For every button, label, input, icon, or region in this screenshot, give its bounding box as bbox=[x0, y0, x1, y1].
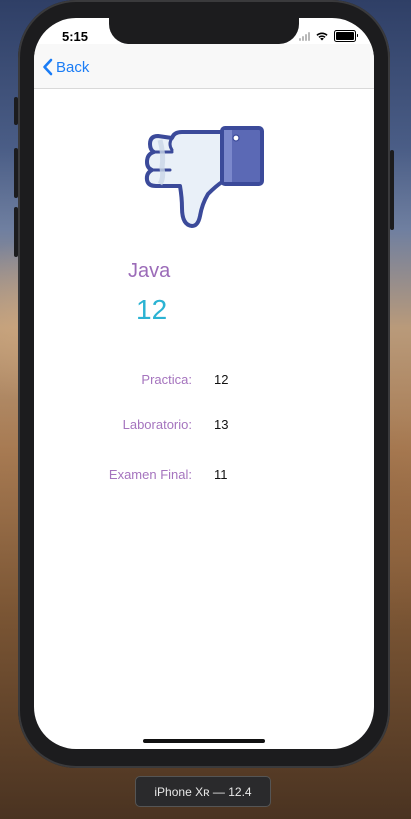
back-button[interactable]: Back bbox=[42, 58, 89, 76]
volume-up-button bbox=[14, 148, 18, 198]
grade-value: 12 bbox=[214, 372, 229, 387]
course-name: Java bbox=[128, 260, 171, 282]
notch bbox=[109, 18, 299, 44]
course-score: 12 bbox=[136, 294, 168, 325]
grade-value: 11 bbox=[214, 467, 228, 482]
cellular-signal-icon bbox=[299, 31, 310, 41]
wifi-icon bbox=[316, 32, 328, 41]
app-screen: 5:15 Back Java 12 Practica: 12 Laborator… bbox=[34, 18, 374, 749]
mute-switch bbox=[14, 97, 18, 125]
back-label: Back bbox=[56, 58, 90, 76]
navigation-bar: Back bbox=[34, 44, 374, 89]
home-indicator[interactable] bbox=[143, 739, 265, 743]
volume-down-button bbox=[14, 207, 18, 257]
grade-label: Laboratorio: bbox=[122, 417, 192, 432]
grade-value: 13 bbox=[214, 417, 229, 432]
power-button bbox=[390, 150, 394, 230]
chevron-left-icon bbox=[43, 58, 53, 76]
status-time: 5:15 bbox=[62, 29, 89, 44]
grade-label: Examen Final: bbox=[108, 467, 192, 482]
thumbs-down-icon bbox=[144, 126, 264, 228]
status-icons bbox=[299, 30, 358, 42]
grade-label: Practica: bbox=[141, 372, 192, 387]
battery-icon bbox=[334, 30, 358, 42]
simulator-device-label: iPhone Xʀ — 12.4 bbox=[135, 776, 271, 807]
